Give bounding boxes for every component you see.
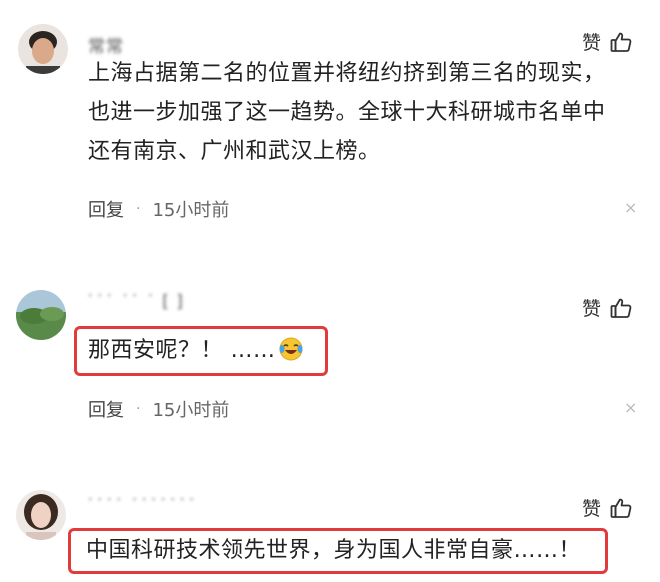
comment-text-line: 那西安呢？！ …… [88,338,276,363]
comment-meta: 回复 · 15小时前 [88,196,229,222]
like-button[interactable]: 赞 [582,28,633,55]
comment-text-line: 也进一步加强了这一趋势。全球十大科研城市名单中 [88,100,606,125]
like-label: 赞 [582,32,602,54]
comment-text-line: 上海占据第二名的位置并将纽约挤到第三名的现实， [88,61,606,86]
like-label: 赞 [582,298,602,320]
username[interactable]: ˙˙˙ ˙˙ ˙ [ ] [86,292,184,312]
comment-meta: 回复 · 15小时前 [88,396,229,422]
comment-text-line: 中国科研技术领先世界，身为国人非常自豪……！ [86,538,582,563]
laughing-crying-emoji [278,336,304,375]
comment-text: 上海占据第二名的位置并将纽约挤到第三名的现实， 也进一步加强了这一趋势。全球十大… [88,54,606,171]
comment-1: 常常 赞 上海占据第二名的位置并将纽约挤到第三名的现实， 也进一步加强了这一趋势… [0,0,660,260]
close-icon[interactable]: × [624,398,637,417]
avatar[interactable] [16,290,66,340]
comment-2: ˙˙˙ ˙˙ ˙ [ ] 赞 那西安呢？！ …… 回复 · 15小时前 × [0,260,660,480]
thumbs-up-icon [609,496,633,520]
comment-text: 那西安呢？！ …… [88,331,304,375]
reply-button[interactable]: 回复 [88,396,124,422]
avatar[interactable] [18,24,68,74]
timestamp: 15小时前 [152,200,230,221]
like-button[interactable]: 赞 [582,494,633,521]
comment-text: 中国科研技术领先世界，身为国人非常自豪……！ [86,531,581,570]
avatar[interactable] [16,490,66,540]
like-button[interactable]: 赞 [582,294,633,321]
comment-text-line: 还有南京、广州和武汉上榜。 [88,139,381,164]
separator: · [136,401,141,417]
timestamp: 15小时前 [152,400,230,421]
like-label: 赞 [582,498,602,520]
separator: · [136,201,141,217]
thumbs-up-icon [609,296,633,320]
comment-3: ˙˙˙˙ ˙˙˙˙˙˙˙ 赞 中国科研技术领先世界，身为国人非常自豪……！ [0,480,660,582]
thumbs-up-icon [609,30,633,54]
reply-button[interactable]: 回复 [88,196,124,222]
close-icon[interactable]: × [624,198,637,217]
username[interactable]: ˙˙˙˙ ˙˙˙˙˙˙˙ [86,496,197,516]
